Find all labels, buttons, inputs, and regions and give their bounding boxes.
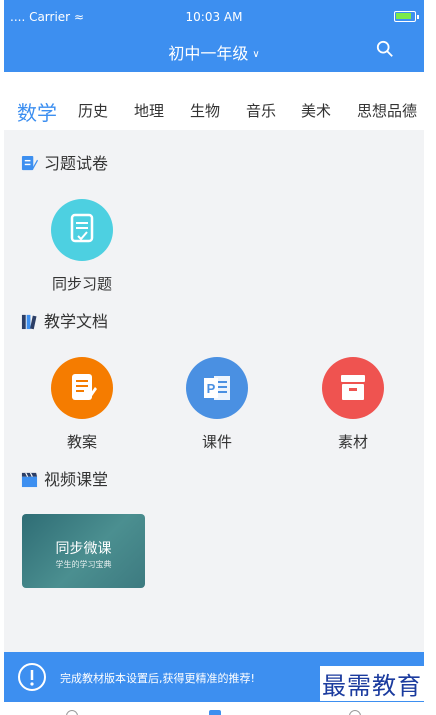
notice-text: 完成教材版本设置后,获得更精准的推荐!: [60, 672, 255, 685]
subject-tabs: 数学 历史 地理 生物 音乐 美术 思想品德: [4, 72, 424, 130]
chevron-down-icon: ∨: [252, 49, 260, 60]
section-exercises-title: 习题试卷: [21, 150, 108, 174]
item-label: 素材: [337, 433, 368, 451]
tab-biology[interactable]: 生物: [190, 100, 220, 121]
nav-study-icon[interactable]: [209, 710, 221, 715]
video-card-subtitle: 学生的学习宝典: [55, 560, 112, 569]
section-docs-title: 教学文档: [21, 308, 108, 332]
archive-icon: [322, 357, 384, 419]
video-card-title: 同步微课: [55, 541, 112, 557]
battery-icon: [394, 11, 419, 22]
app-screen: .... Carrier ≈ 10:03 AM 初中一年级 ∨ 数学 历史 地理 …: [4, 0, 424, 715]
tab-math[interactable]: 数学: [17, 97, 57, 126]
section-video-title: 视频课堂: [21, 466, 108, 490]
status-bar: .... Carrier ≈ 10:03 AM: [4, 8, 424, 26]
svg-text:P: P: [207, 381, 216, 396]
item-label: 同步习题: [51, 275, 112, 293]
item-label: 教案: [66, 433, 97, 451]
notes-icon: [51, 357, 113, 419]
tab-music[interactable]: 音乐: [246, 100, 276, 121]
nav-profile-icon[interactable]: [349, 710, 361, 715]
books-icon: [21, 314, 37, 330]
nav-home-icon[interactable]: [66, 710, 78, 715]
settings-notice-banner[interactable]: 完成教材版本设置后,获得更精准的推荐! 最需教育: [4, 652, 424, 702]
lesson-plan-item[interactable]: 教案: [37, 357, 127, 452]
grade-selector[interactable]: 初中一年级 ∨: [4, 40, 424, 64]
grade-title: 初中一年级: [168, 44, 249, 63]
tab-history[interactable]: 历史: [78, 100, 108, 121]
clapperboard-icon: [21, 472, 38, 488]
ppt-icon: P: [186, 357, 248, 419]
tab-art[interactable]: 美术: [301, 100, 331, 121]
courseware-item[interactable]: P 课件: [172, 357, 262, 452]
video-course-card[interactable]: 同步微课 学生的学习宝典: [22, 514, 145, 588]
tab-geography[interactable]: 地理: [134, 100, 164, 121]
tab-morality[interactable]: 思想品德: [357, 100, 417, 121]
info-icon: [18, 663, 46, 691]
material-item[interactable]: 素材: [308, 357, 398, 452]
sync-exercise-item[interactable]: 同步习题: [37, 199, 127, 294]
edit-doc-icon: [21, 155, 38, 171]
brand-watermark: 最需教育: [320, 666, 424, 701]
clock: 10:03 AM: [185, 10, 243, 24]
checklist-icon: [51, 199, 113, 261]
search-icon[interactable]: [376, 40, 394, 58]
bottom-nav: [4, 702, 424, 715]
top-bar: .... Carrier ≈ 10:03 AM 初中一年级 ∨: [4, 0, 424, 72]
item-label: 课件: [201, 433, 232, 451]
